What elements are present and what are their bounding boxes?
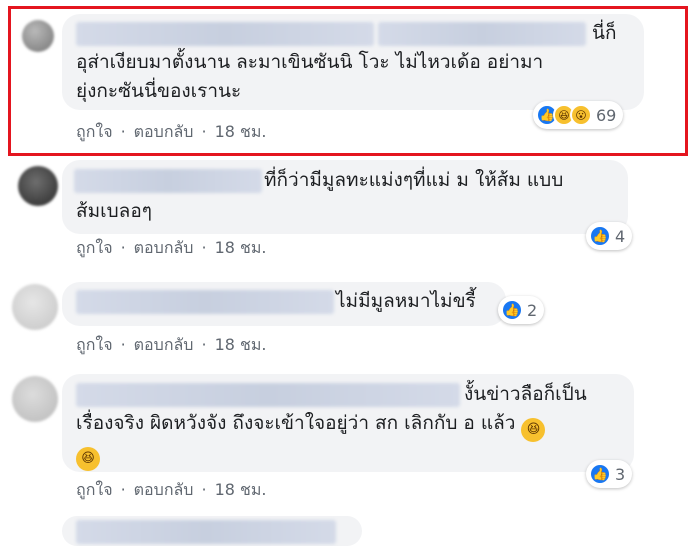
avatar[interactable]	[12, 284, 58, 330]
comment-text: งั้นข่าวลือก็เป็น	[464, 383, 587, 405]
separator: ·	[120, 122, 126, 141]
comment-text-line: เรื่องจริง ผิดหวังจัง ถึงจะเข้าใจอยู่ว่า…	[76, 412, 516, 434]
haha-emoji-icon: 😆	[76, 447, 100, 471]
comment-actions: ถูกใจ · ตอบกลับ · 18 ชม.	[76, 236, 267, 261]
redacted-author-name[interactable]	[76, 520, 336, 544]
like-icon: 👍	[589, 463, 611, 485]
reaction-summary[interactable]: 👍 3	[586, 460, 633, 488]
redacted-author-name[interactable]	[76, 22, 374, 46]
reaction-count: 3	[615, 464, 626, 484]
timestamp[interactable]: 18 ชม.	[215, 122, 267, 141]
timestamp[interactable]: 18 ชม.	[215, 238, 267, 257]
comment-text: ส้มเบลอๆ	[76, 200, 152, 222]
wow-icon: 😮	[570, 104, 592, 126]
timestamp[interactable]: 18 ชม.	[215, 480, 267, 499]
reply-button[interactable]: ตอบกลับ	[134, 480, 194, 499]
separator: ·	[120, 480, 126, 499]
separator: ·	[201, 480, 207, 499]
avatar[interactable]	[22, 20, 54, 52]
comment-actions: ถูกใจ · ตอบกลับ · 18 ชม.	[76, 478, 267, 503]
timestamp[interactable]: 18 ชม.	[215, 335, 267, 354]
like-icon: 👍	[589, 225, 611, 247]
redacted-author-name[interactable]	[76, 383, 460, 407]
redacted-text	[378, 22, 586, 46]
separator: ·	[120, 335, 126, 354]
reaction-summary[interactable]: 👍 2	[498, 296, 545, 324]
redacted-author-name[interactable]	[74, 169, 262, 193]
comment-text: เรื่องจริง ผิดหวังจัง ถึงจะเข้าใจอยู่ว่า…	[76, 409, 546, 442]
comment-text: 😆	[76, 438, 100, 471]
comment-text: นี่ก็	[592, 22, 617, 44]
reaction-count: 4	[615, 226, 626, 246]
avatar[interactable]	[12, 376, 58, 422]
comment-actions: ถูกใจ · ตอบกลับ · 18 ชม.	[76, 333, 267, 358]
like-button[interactable]: ถูกใจ	[76, 238, 113, 257]
reply-button[interactable]: ตอบกลับ	[134, 238, 194, 257]
separator: ·	[201, 335, 207, 354]
reaction-summary[interactable]: 👍 4	[586, 222, 633, 250]
reply-button[interactable]: ตอบกลับ	[134, 335, 194, 354]
comment-text: ที่ก็ว่ามีมูลทะแม่งๆที่แม่ ม ให้ส้ม แบบ	[264, 169, 564, 191]
comment-actions: ถูกใจ · ตอบกลับ · 18 ชม.	[76, 120, 267, 145]
redacted-author-name[interactable]	[76, 290, 334, 314]
reply-button[interactable]: ตอบกลับ	[134, 122, 194, 141]
haha-emoji-icon: 😆	[521, 418, 546, 442]
comment-text: อุส่าเงียบมาตั้งนาน ละมาเขินซันนิ โวะ ไม…	[76, 51, 544, 73]
separator: ·	[120, 238, 126, 257]
avatar[interactable]	[18, 166, 58, 206]
like-button[interactable]: ถูกใจ	[76, 480, 113, 499]
reaction-summary[interactable]: 👍 😆 😮 69	[533, 101, 624, 129]
like-icon: 👍	[501, 299, 523, 321]
like-button[interactable]: ถูกใจ	[76, 122, 113, 141]
like-button[interactable]: ถูกใจ	[76, 335, 113, 354]
comment-text: ยุ่งกะซันนี่ของเรานะ	[76, 80, 242, 102]
separator: ·	[201, 122, 207, 141]
reaction-count: 69	[596, 105, 617, 125]
comment-text: ไม่มีมูลหมาไม่ขรี้	[336, 290, 476, 312]
reaction-count: 2	[527, 300, 538, 320]
separator: ·	[201, 238, 207, 257]
